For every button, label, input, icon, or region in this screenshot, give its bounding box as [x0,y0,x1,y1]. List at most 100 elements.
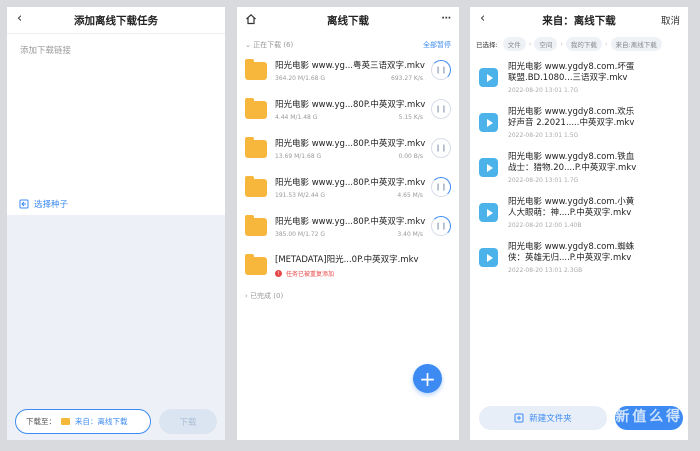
download-item[interactable]: 阳光电影 www.yg...80P.中英双字.mkv 191.53 M/2.44… [237,168,459,207]
pause-button[interactable]: ❙❙ [431,216,451,236]
page-title: 添加离线下载任务 [74,14,158,27]
more-icon[interactable]: ⋯ [442,13,452,24]
file-name-line2: 侠：英雄无归....P.中英双字.mkv [508,252,632,263]
download-name: [METADATA]阳光...0P.中英双字.mkv [275,255,419,265]
file-item[interactable]: 阳光电影 www.ygdy8.com.小黄 人大眼萌：神....P.中英双字.mk… [470,190,688,235]
download-size: 364.20 M/1.68 G [275,75,326,82]
file-name-line1: 阳光电影 www.ygdy8.com.小黄 [508,196,635,207]
downloading-count[interactable]: ⌄ 正在下载 (6) [245,40,293,51]
video-icon [479,248,498,267]
dest-prefix: 下载至： [26,417,56,426]
download-item[interactable]: 阳光电影 www.yg...80P.中英双字.mkv 4.44 M/1.48 G… [237,90,459,129]
folder-icon [245,136,267,158]
file-meta: 2022-08-20 13:01 1.5G [508,131,579,139]
folder-icon [245,58,267,80]
new-folder-label: 新建文件夹 [529,414,572,424]
header: 离线下载 ⋯ [237,7,459,33]
download-size: 385.00 M/1.72 G [275,231,326,238]
crumb-my-downloads[interactable]: 我的下载 [565,37,602,51]
download-speed: 693.27 K/s [391,75,423,82]
file-name-line2: 联盟.BD.1080...三语双字.mkv [508,72,628,83]
folder-icon [245,97,267,119]
header: ‹ 来自：离线下载 取消 [470,7,688,33]
file-name-line1: 阳光电影 www.ygdy8.com.蜘蛛 [508,241,635,252]
folder-icon [245,175,267,197]
confirm-button[interactable]: 新 值 么 得 [615,406,683,430]
pause-button[interactable]: ❙❙ [431,99,451,119]
file-list: 阳光电影 www.ygdy8.com.坏蛋 联盟.BD.1080...三语双字.m… [470,51,688,280]
file-name-line1: 阳光电影 www.ygdy8.com.坏蛋 [508,61,635,72]
folder-icon [245,214,267,236]
page-title: 离线下载 [327,14,369,27]
header: ‹ 添加离线下载任务 [7,7,225,33]
back-icon[interactable]: ‹ [480,11,485,26]
error-message: 任务已被重复添加 [286,271,335,278]
seed-icon [19,199,29,209]
downloading-section-header: ⌄ 正在下载 (6) 全部暂停 [237,33,459,51]
new-folder-button[interactable]: 新建文件夹 [479,406,607,430]
file-item[interactable]: 阳光电影 www.ygdy8.com.铁血 战士：猎物.20....P.中英双字.… [470,145,688,190]
bottom-bar: 新建文件夹 新 值 么 得 [479,406,683,430]
crumb-space[interactable]: 空间 [534,37,558,51]
pause-button[interactable]: ❙❙ [431,138,451,158]
file-meta: 2022-08-20 12:00 1.40B [508,221,582,229]
folder-icon [61,418,70,425]
download-item[interactable]: 阳光电影 www.yg...80P.中英双字.mkv 385.00 M/1.72… [237,207,459,246]
chevron-right-icon: › [560,40,563,48]
cancel-button[interactable]: 取消 [661,13,680,27]
file-name-line2: 战士：猎物.20....P.中英双字.mkv [508,162,637,173]
download-speed: 4.65 M/s [397,192,423,199]
pause-button[interactable]: ❙❙ [431,177,451,197]
seed-label: 选择种子 [34,200,69,210]
chevron-right-icon: › [604,40,608,48]
video-icon [479,68,498,87]
add-task-button[interactable]: + [413,364,442,393]
file-meta: 2022-08-20 13:01 1.7G [508,86,579,94]
video-icon [479,203,498,222]
file-item[interactable]: 阳光电影 www.ygdy8.com.蜘蛛 侠：英雄无归....P.中英双字.mk… [470,235,688,280]
crumb-offline[interactable]: 来自:离线下载 [610,37,662,51]
completed-section-header[interactable]: › 已完成 (0) [237,285,459,307]
page-title: 来自：离线下载 [542,14,616,27]
file-item[interactable]: 阳光电影 www.ygdy8.com.欢乐 好声音 2.2021.....中英双字… [470,100,688,145]
choose-seed-button[interactable]: 选择种子 [19,198,68,210]
download-speed: 5.15 K/s [398,114,423,121]
download-size: 13.69 M/1.68 G [275,153,322,160]
download-item-error[interactable]: [METADATA]阳光...0P.中英双字.mkv ! 任务已被重复添加 [237,246,459,285]
download-speed: 3.40 M/s [397,231,423,238]
file-name-line1: 阳光电影 www.ygdy8.com.欢乐 [508,106,635,117]
file-meta: 2022-08-20 13:01 1.7G [508,176,579,184]
file-meta: 2022-08-20 13:01 2.3GB [508,266,583,274]
add-folder-icon [514,413,524,423]
pause-all-button[interactable]: 全部暂停 [423,40,451,51]
download-size: 191.53 M/2.44 G [275,192,326,199]
destination-selector[interactable]: 下载至： 来自：离线下载 [15,409,151,434]
download-button[interactable]: 下载 [159,409,217,434]
file-item[interactable]: 阳光电影 www.ygdy8.com.坏蛋 联盟.BD.1080...三语双字.m… [470,55,688,100]
breadcrumb: 已选择: 文件 › 空间 › 我的下载 › 来自:离线下载 [470,33,688,51]
home-icon[interactable] [245,13,257,28]
link-placeholder: 添加下载链接 [20,46,72,56]
download-size: 4.44 M/1.48 G [275,114,318,121]
bottom-bar: 下载至： 来自：离线下载 下载 [15,409,217,434]
back-icon[interactable]: ‹ [17,11,22,26]
file-name-line2: 好声音 2.2021.....中英双字.mkv [508,117,635,128]
dest-value: 来自：离线下载 [75,417,128,426]
file-picker-screen: ‹ 来自：离线下载 取消 已选择: 文件 › 空间 › 我的下载 › 来自:离线下载 … [470,7,688,440]
crumb-files[interactable]: 文件 [502,37,526,51]
download-item[interactable]: 阳光电影 www.yg...粤英三语双字.mkv 364.20 M/1.68 G… [237,51,459,90]
blank-area: 下载至： 来自：离线下载 下载 [7,215,225,440]
watermark: 新 值 么 得 [615,409,680,425]
pause-button[interactable]: ❙❙ [431,60,451,80]
folder-icon [245,253,267,275]
file-name-line1: 阳光电影 www.ygdy8.com.铁血 [508,151,635,162]
offline-download-screen: 离线下载 ⋯ ⌄ 正在下载 (6) 全部暂停 阳光电影 www.yg...粤英三… [237,7,459,440]
error-icon: ! [275,270,282,277]
add-offline-task-screen: ‹ 添加离线下载任务 添加下载链接 选择种子 下载至： 来自：离线下载 下载 [7,7,225,440]
video-icon [479,113,498,132]
link-input[interactable]: 添加下载链接 选择种子 [7,33,225,214]
file-name-line2: 人大眼萌：神....P.中英双字.mkv [508,207,632,218]
video-icon [479,158,498,177]
download-item[interactable]: 阳光电影 www.yg...80P.中英双字.mkv 13.69 M/1.68 … [237,129,459,168]
selected-label: 已选择: [476,41,498,49]
